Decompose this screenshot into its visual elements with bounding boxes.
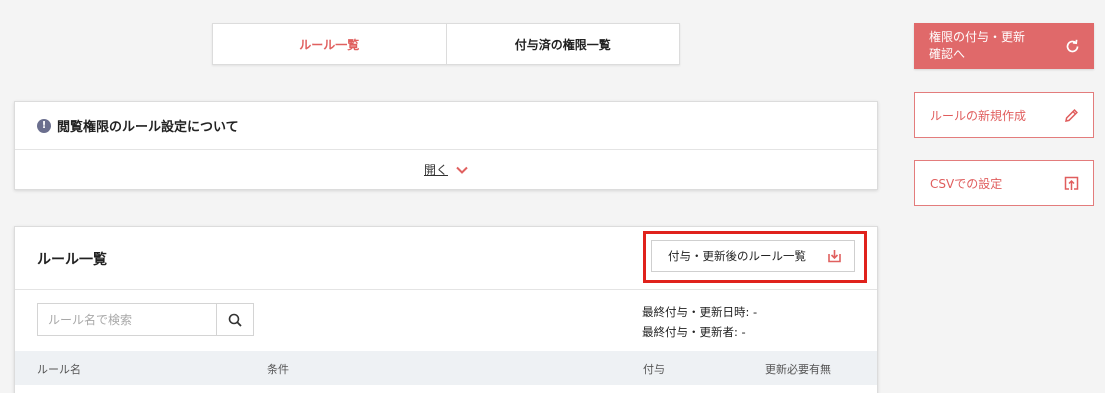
csv-settings-button[interactable]: CSVでの設定 xyxy=(914,160,1094,206)
column-grant: 付与 xyxy=(643,363,665,376)
column-update-needed: 更新必要有無 xyxy=(765,363,831,376)
chevron-down-icon xyxy=(456,166,468,174)
rule-search xyxy=(37,303,254,336)
tab-granted-permissions[interactable]: 付与済の権限一覧 xyxy=(445,24,680,64)
column-rule-name: ルール名 xyxy=(37,363,81,376)
rule-list-title: ルール一覧 xyxy=(37,252,107,268)
exclamation-circle-icon: ! xyxy=(37,118,51,133)
column-condition: 条件 xyxy=(267,363,289,376)
search-icon xyxy=(228,313,242,327)
info-panel-title: 閲覧権限のルール設定について xyxy=(57,120,239,135)
refresh-icon xyxy=(1066,39,1079,52)
info-panel-header: ! 閲覧権限のルール設定について xyxy=(15,102,877,150)
last-granted-by: 最終付与・更新者: - xyxy=(642,325,746,339)
new-rule-button[interactable]: ルールの新規作成 xyxy=(914,92,1094,138)
grant-update-line1: 権限の付与・更新 xyxy=(929,30,1026,44)
tab-granted-permissions-label: 付与済の権限一覧 xyxy=(514,37,611,52)
last-granted-at: 最終付与・更新日時: - xyxy=(642,305,758,319)
tab-bar: ルール一覧 付与済の権限一覧 xyxy=(212,23,680,65)
tab-rule-list[interactable]: ルール一覧 xyxy=(213,24,446,64)
search-button[interactable] xyxy=(216,303,254,336)
grant-update-confirm-label: 権限の付与・更新 確認へ xyxy=(929,29,1025,63)
pencil-icon xyxy=(1065,108,1078,122)
rule-list-header: ルール一覧 付与・更新後のルール一覧 xyxy=(15,227,877,290)
download-updated-rules-label: 付与・更新後のルール一覧 xyxy=(668,249,806,263)
rule-search-input[interactable] xyxy=(37,303,216,336)
download-updated-rules-button[interactable]: 付与・更新後のルール一覧 xyxy=(651,240,855,272)
new-rule-label: ルールの新規作成 xyxy=(930,108,1027,123)
csv-settings-label: CSVでの設定 xyxy=(930,176,1003,191)
grant-update-line2: 確認へ xyxy=(929,47,966,61)
last-update-info: 最終付与・更新日時: - 最終付与・更新者: - xyxy=(642,302,757,342)
tab-rule-list-label: ルール一覧 xyxy=(299,37,360,52)
table-header: ルール名 条件 付与 更新必要有無 xyxy=(15,351,877,385)
download-icon xyxy=(828,250,841,263)
info-expand-label: 開く xyxy=(423,163,448,177)
upload-icon xyxy=(1064,176,1079,190)
info-expand-toggle[interactable]: 開く xyxy=(15,150,877,189)
grant-update-confirm-button[interactable]: 権限の付与・更新 確認へ xyxy=(914,23,1094,69)
info-panel: ! 閲覧権限のルール設定について 開く xyxy=(14,101,878,190)
rule-list-panel: ルール一覧 付与・更新後のルール一覧 最終付与・更新日時: - 最終付与・更新者… xyxy=(14,226,878,393)
